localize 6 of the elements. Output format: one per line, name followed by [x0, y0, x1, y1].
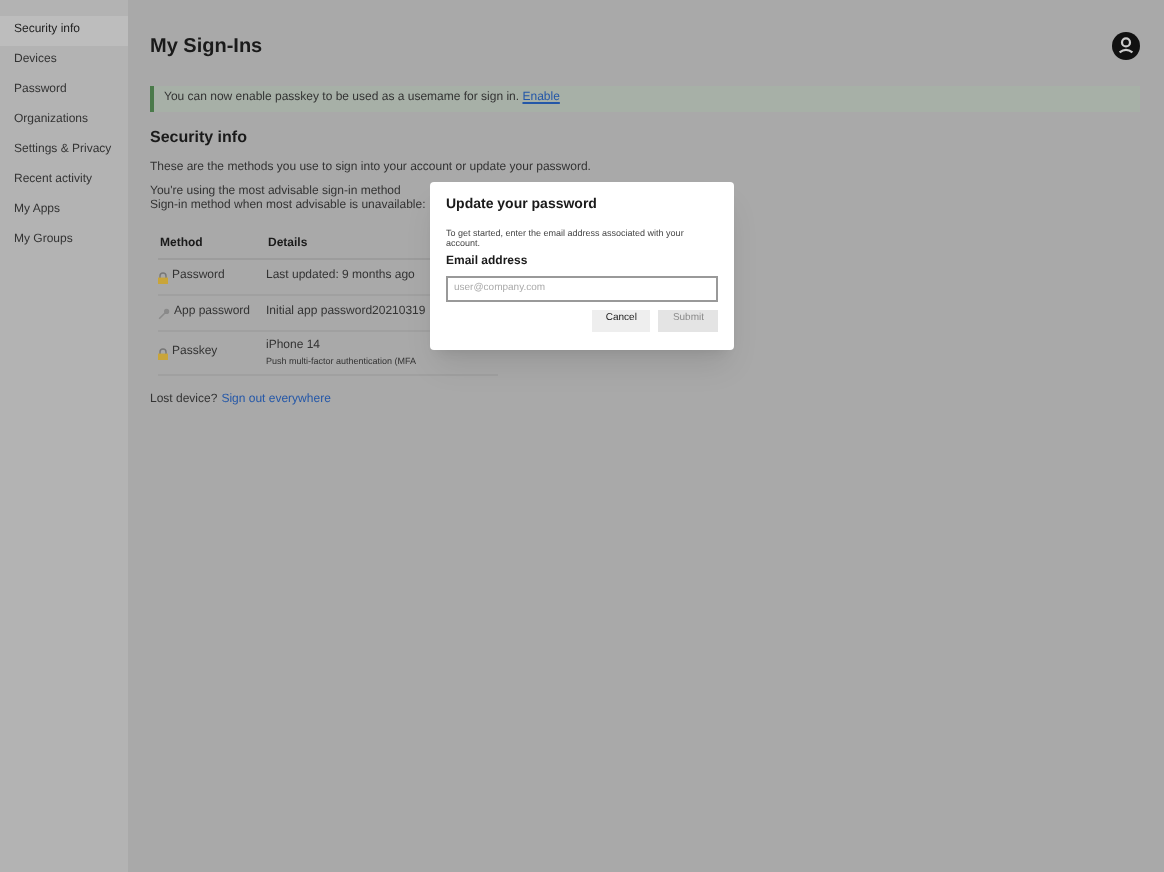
section-heading: Security info	[150, 126, 249, 150]
page-title: My Sign-Ins	[150, 33, 263, 61]
lock-icon	[158, 271, 168, 283]
lock-icon	[158, 347, 168, 359]
account-icon[interactable]	[1112, 32, 1140, 60]
key-icon	[158, 307, 170, 319]
